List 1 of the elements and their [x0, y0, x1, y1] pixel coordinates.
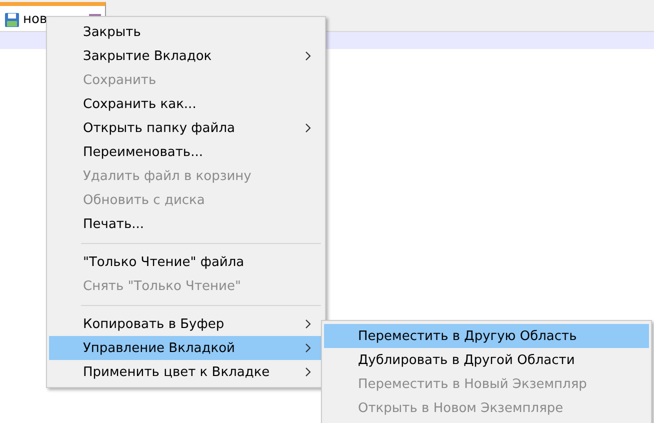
tab-title: нов — [23, 12, 48, 27]
